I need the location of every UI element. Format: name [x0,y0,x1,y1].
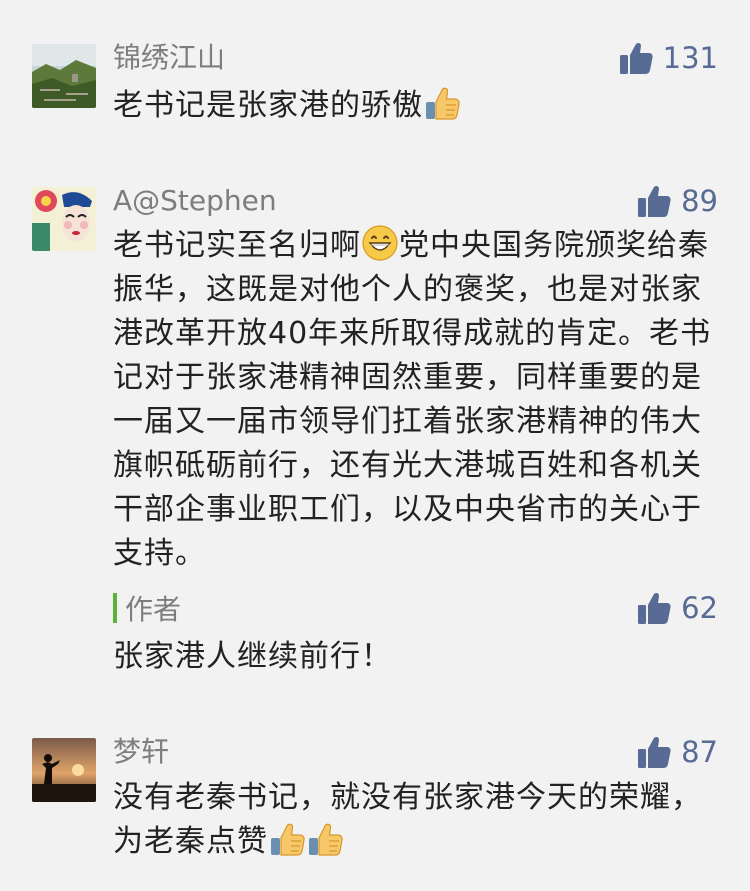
nickname[interactable]: A@Stephen [113,184,277,218]
sunset-silhouette-avatar-icon [32,738,96,802]
avatar[interactable] [32,44,96,108]
like-button[interactable]: 89 [637,184,718,218]
thumbs-up-icon [637,735,671,769]
avatar[interactable] [32,738,96,802]
thumbs-up-icon [619,41,653,75]
author-bar [113,593,117,623]
avatar[interactable] [32,187,96,251]
author-tag: 作者 [113,591,182,626]
like-count: 87 [681,735,718,769]
reply-text: 张家港人继续前行！ [113,639,392,674]
landscape-avatar-icon [32,44,96,108]
opera-mask-avatar-icon [32,187,96,251]
grinning-face-emoji-icon [361,224,399,262]
like-count: 131 [662,41,718,75]
comment-text: 没有老秦书记，就没有张家港今天的荣耀，为老秦点赞 [113,780,702,859]
like-count: 89 [681,184,718,218]
like-button[interactable]: 87 [637,735,718,769]
thumbs-up-emoji-icon [306,820,344,858]
comment-text: 老书记是张家港的骄傲 [113,84,713,128]
nickname[interactable]: 梦轩 [113,735,169,769]
thumbs-up-icon [637,184,671,218]
comment-text: 老书记实至名归啊 党中央国务院颁奖给秦振华，这既是对他个人的褒奖，也是对张家港改革… [113,224,713,576]
thumbs-up-emoji-icon [268,820,306,858]
comment-item: 锦绣江山 131 老书记是张家港的骄傲 [0,0,750,140]
author-label: 作者 [125,593,182,626]
thumbs-up-icon [637,591,671,625]
thumbs-up-emoji-icon [423,84,461,122]
like-button[interactable]: 131 [619,41,718,75]
like-count: 62 [681,591,718,625]
nickname[interactable]: 锦绣江山 [113,41,225,75]
like-button[interactable]: 62 [637,591,718,625]
